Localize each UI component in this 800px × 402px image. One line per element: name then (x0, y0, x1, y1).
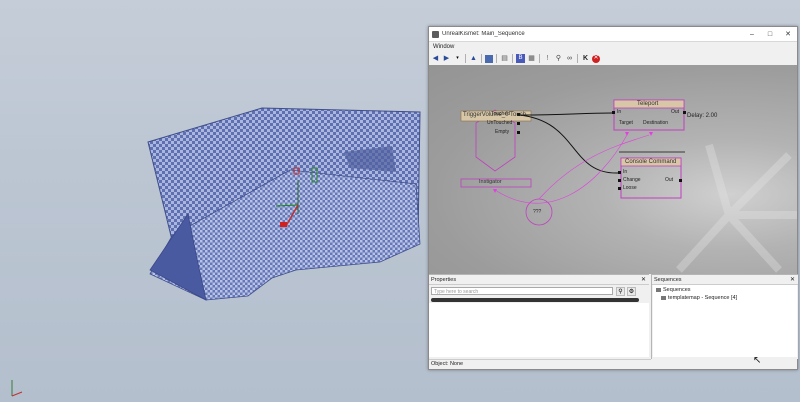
sequences-title: Sequences (654, 276, 682, 283)
properties-title: Properties (431, 276, 457, 283)
bookmark-icon[interactable]: B (516, 54, 525, 63)
close-button[interactable]: ✕ (779, 30, 797, 38)
back-arrow-icon[interactable]: ◀ (431, 54, 440, 63)
menu-bar: Window (429, 42, 797, 52)
toolbar-separator (496, 54, 497, 63)
teleport-delay: Delay: 2.00 (687, 113, 718, 119)
close-icon[interactable]: ✕ (790, 276, 795, 283)
print-icon[interactable]: ▤ (500, 54, 509, 63)
teleport-var-destination[interactable]: Destination (643, 120, 668, 126)
k-icon[interactable]: K (581, 54, 590, 63)
folder-icon (656, 288, 661, 292)
toolbar-separator (539, 54, 540, 63)
status-bar: Object: None (429, 359, 651, 369)
search-icon[interactable]: ⚲ (554, 54, 563, 63)
teleport-node-title[interactable]: Teleport (637, 101, 658, 107)
minimize-button[interactable]: – (743, 31, 761, 38)
pin-empty[interactable]: Empty (495, 129, 509, 135)
paste-icon[interactable]: ▦ (527, 54, 536, 63)
console-pin-loose[interactable]: Loose (623, 185, 637, 191)
pin-touched[interactable]: Touched (491, 111, 510, 117)
console-pin-out[interactable]: Out (665, 177, 673, 183)
properties-panel: Properties ✕ Type here to search ⚲ ⚙ Obj… (429, 274, 651, 369)
properties-category-bar[interactable] (431, 298, 639, 302)
sequences-panel: Sequences ✕ Sequences templatemap - Sequ… (651, 274, 798, 359)
toolbar-separator (481, 54, 482, 63)
toolbar: ◀ ▶ ▾ ▲ ▤ B ▦ ! ⚲ ∞ K ✕ (429, 52, 797, 66)
dropdown-icon[interactable]: ▾ (453, 54, 462, 63)
console-pin-in[interactable]: In (623, 169, 627, 175)
mouse-cursor-icon: ↖ (753, 355, 762, 366)
up-arrow-icon[interactable]: ▲ (469, 54, 478, 63)
menu-window[interactable]: Window (433, 44, 454, 50)
save-icon[interactable] (485, 54, 493, 63)
forward-arrow-icon[interactable]: ▶ (442, 54, 451, 63)
unknown-variable[interactable]: ??? (533, 209, 541, 215)
tree-item-label: templatemap - Sequence [4] (668, 295, 738, 301)
toolbar-separator (465, 54, 466, 63)
maximize-button[interactable]: □ (761, 31, 779, 38)
tree-root-label: Sequences (663, 287, 691, 293)
toolbar-separator (512, 54, 513, 63)
properties-body (429, 303, 649, 357)
search-icon[interactable]: ⚲ (616, 287, 625, 296)
app-icon (432, 30, 439, 38)
window-title: UnrealKismet: Main_Sequence (442, 31, 525, 37)
tree-item-templatemap[interactable]: templatemap - Sequence [4] (661, 295, 737, 301)
tree-root[interactable]: Sequences (656, 287, 691, 293)
stop-icon[interactable]: ✕ (592, 54, 600, 63)
teleport-pin-in[interactable]: In (617, 109, 621, 115)
properties-search-input[interactable]: Type here to search (431, 287, 613, 295)
toolbar-separator (577, 54, 578, 63)
instigator-variable[interactable]: Instigator (479, 179, 502, 185)
settings-icon[interactable]: ⚙ (627, 287, 636, 296)
kismet-window: UnrealKismet: Main_Sequence – □ ✕ Window… (428, 26, 798, 370)
close-icon[interactable]: ✕ (641, 276, 646, 283)
sequence-tree: Sequences templatemap - Sequence [4] (653, 285, 797, 357)
pin-untouched[interactable]: UnTouched (487, 120, 512, 126)
console-node-title[interactable]: Console Command (625, 159, 676, 165)
kismet-graph-canvas[interactable]: TriggerVolume_0 Touch Touched UnTouched … (429, 65, 797, 274)
sequences-header: Sequences ✕ (652, 275, 798, 285)
binoculars-icon[interactable]: ∞ (565, 54, 574, 63)
sequence-icon (661, 296, 666, 300)
pin-icon[interactable]: ! (543, 54, 552, 63)
title-bar: UnrealKismet: Main_Sequence – □ ✕ (429, 27, 797, 42)
graph-links (460, 99, 797, 273)
properties-header: Properties ✕ (429, 275, 649, 285)
console-pin-change[interactable]: Change (623, 177, 641, 183)
teleport-var-target[interactable]: Target (619, 120, 633, 126)
teleport-pin-out[interactable]: Out (671, 109, 679, 115)
